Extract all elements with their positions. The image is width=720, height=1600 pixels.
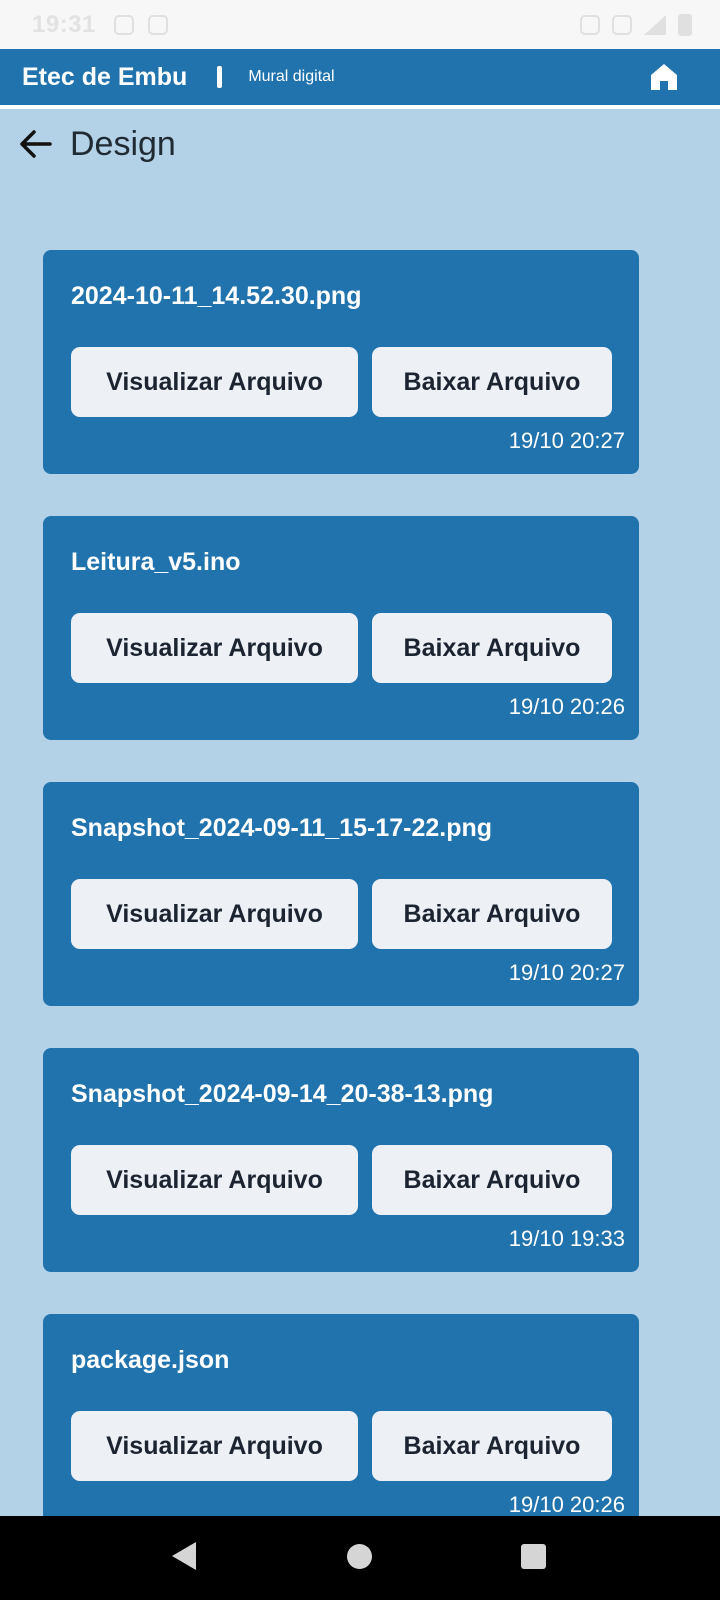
wifi-off-icon [612,14,632,35]
signal-icon [644,14,666,35]
view-file-button[interactable]: Visualizar Arquivo [71,347,358,417]
download-file-button[interactable]: Baixar Arquivo [372,613,612,683]
download-file-button[interactable]: Baixar Arquivo [372,879,612,949]
file-name: package.json [71,1346,230,1374]
gmail-notification-icon [147,14,168,35]
file-name: 2024-10-11_14.52.30.png [71,282,362,310]
app-bar-underline [0,105,720,109]
app-subtitle: Mural digital [248,68,335,85]
status-bar: 19:31 [0,0,720,49]
nav-back-icon[interactable] [172,1542,196,1570]
system-icons [580,13,692,36]
status-time: 19:31 [32,10,96,38]
page-header: Design [0,112,720,176]
page-title: Design [70,124,176,163]
file-name: Snapshot_2024-09-11_15-17-22.png [71,814,493,842]
nav-recents-icon[interactable] [521,1544,546,1569]
notification-icons [113,14,168,35]
download-file-button[interactable]: Baixar Arquivo [372,347,612,417]
file-card: Snapshot_2024-09-14_20-38-13.png Visuali… [43,1048,639,1272]
file-card: Snapshot_2024-09-11_15-17-22.png Visuali… [43,782,639,1006]
file-date: 19/10 20:27 [508,428,625,453]
app-bar: Etec de Embu Mural digital [0,49,720,105]
home-button[interactable] [646,59,682,95]
download-file-button[interactable]: Baixar Arquivo [372,1145,612,1215]
view-file-button[interactable]: Visualizar Arquivo [71,1411,358,1481]
battery-icon [678,13,692,36]
file-date: 19/10 20:27 [508,960,625,985]
file-date: 19/10 20:26 [508,694,625,719]
nav-home-icon[interactable] [347,1544,372,1569]
file-name: Leitura_v5.ino [71,548,241,576]
home-icon [651,64,677,90]
view-file-button[interactable]: Visualizar Arquivo [71,879,358,949]
file-name: Snapshot_2024-09-14_20-38-13.png [71,1080,494,1108]
back-button[interactable] [16,124,56,164]
arrow-left-icon [20,130,52,158]
file-card: Leitura_v5.ino Visualizar Arquivo Baixar… [43,516,639,740]
system-navigation-bar [0,1516,720,1600]
file-card: package.json Visualizar Arquivo Baixar A… [43,1314,639,1538]
file-date: 19/10 19:33 [508,1226,625,1251]
view-file-button[interactable]: Visualizar Arquivo [71,1145,358,1215]
file-date: 19/10 20:26 [508,1492,625,1517]
download-file-button[interactable]: Baixar Arquivo [372,1411,612,1481]
view-file-button[interactable]: Visualizar Arquivo [71,613,358,683]
instagram-notification-icon [113,14,134,35]
file-card: 2024-10-11_14.52.30.png Visualizar Arqui… [43,250,639,474]
alarm-icon [580,14,600,35]
app-title-divider [217,66,223,88]
app-title: Etec de Embu [22,62,188,91]
